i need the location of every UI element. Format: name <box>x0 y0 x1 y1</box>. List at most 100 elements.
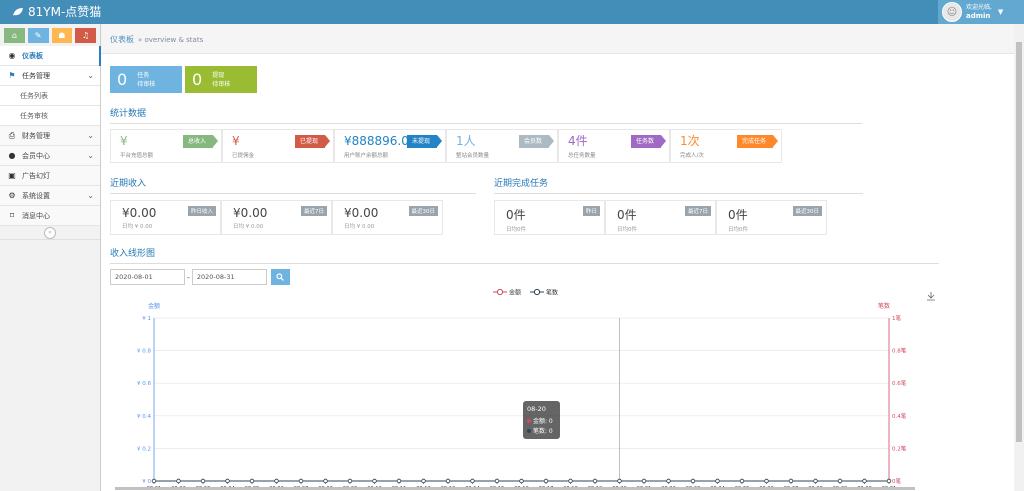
income-row: ¥0.00 日均 ¥ 0.00 昨日收入 ¥0.00 日均 ¥ 0.00 最近7日 ¥0.0… <box>110 200 443 235</box>
data-point[interactable] <box>249 478 255 484</box>
data-point[interactable] <box>690 478 696 484</box>
withdraw-review-box[interactable]: 0 提现 待审核 <box>185 66 257 93</box>
pencil-icon: ✎ <box>34 31 42 40</box>
legend-marker[interactable] <box>533 288 541 296</box>
data-point[interactable] <box>813 478 818 484</box>
brand[interactable]: 81YM-点赞猫 <box>12 4 101 20</box>
stat-label: 已提佣金 <box>232 153 255 159</box>
end-date-input[interactable]: 2020-08-31 <box>191 269 267 285</box>
period-badge: 昨日收入 <box>187 206 216 216</box>
box-label: 提现 <box>212 71 225 79</box>
sidebar-item-task-list[interactable]: 任务列表 <box>0 86 100 106</box>
right-tick-label: 0.8笔 <box>892 347 907 355</box>
stat-label: 整站会员数量 <box>456 153 490 159</box>
data-point[interactable] <box>617 478 622 484</box>
data-point[interactable] <box>715 478 720 484</box>
home-shortcut-button[interactable]: ⌂ <box>4 28 25 43</box>
date-separator: - <box>187 272 190 282</box>
data-point[interactable] <box>886 478 892 484</box>
data-point[interactable] <box>764 478 769 484</box>
data-point[interactable] <box>372 478 377 484</box>
summary-card: 0件 日均0件 最近7日 <box>605 200 716 235</box>
user-icon: ● <box>8 151 16 160</box>
group-shortcut-button[interactable]: ☗ <box>51 28 73 43</box>
data-point[interactable] <box>592 478 598 484</box>
sidebar-item-tasks[interactable]: ⚑ 任务管理 ⌄ <box>0 66 100 86</box>
vertical-scrollbar[interactable] <box>1014 24 1024 491</box>
sidebar-item-dashboard[interactable]: ◉ 仪表板 <box>0 46 101 66</box>
app-title: 81YM-点赞猫 <box>28 5 102 19</box>
date-filter: 2020-08-01 - 2020-08-31 <box>110 269 290 285</box>
data-point[interactable] <box>543 478 549 484</box>
left-tick-label: ¥ 0.2 <box>137 446 151 452</box>
page-title: 仪表板 <box>110 35 134 44</box>
scrollbar-thumb[interactable] <box>1016 42 1022 442</box>
period-badge: 最近30日 <box>408 206 438 216</box>
sidebar-item-label: 任务管理 <box>22 72 50 80</box>
sidebar-item-messages[interactable]: ⌑ 消息中心 <box>0 206 100 226</box>
summary-label: 日均0件 <box>728 227 748 233</box>
data-point[interactable] <box>862 478 867 484</box>
stat-card: 4件 总任务数量 任务数 <box>558 129 670 163</box>
data-point[interactable] <box>151 478 157 484</box>
home-icon: ⌂ <box>11 31 17 40</box>
data-point[interactable] <box>519 478 524 484</box>
data-point[interactable] <box>421 478 426 484</box>
data-point[interactable] <box>347 478 353 484</box>
sidebar-item-task-review[interactable]: 任务审核 <box>0 106 100 126</box>
right-axis-title: 笔数 <box>878 302 890 310</box>
data-point[interactable] <box>445 478 451 484</box>
data-point[interactable] <box>641 478 647 484</box>
summary-card: 0件 日均0件 昨日 <box>494 200 605 235</box>
box-label: 待审核 <box>137 80 156 88</box>
stat-badge: 任务数 <box>630 135 667 148</box>
data-point[interactable] <box>225 478 230 484</box>
edit-shortcut-button[interactable]: ✎ <box>27 28 49 43</box>
box-label: 待审核 <box>212 80 231 88</box>
data-point[interactable] <box>837 478 843 484</box>
left-tick-label: ¥ 1 <box>142 316 151 322</box>
data-point[interactable] <box>470 478 475 484</box>
page-subtitle: » overview & stats <box>138 36 204 44</box>
period-badge: 昨日 <box>582 206 600 216</box>
tooltip-amount: 金额: 0 <box>533 417 553 425</box>
left-tick-label: ¥ 0.8 <box>137 349 151 355</box>
user-menu[interactable]: ☺ 欢迎光临, admin ▼ <box>938 0 1024 24</box>
user-greeting: 欢迎光临, <box>966 4 992 11</box>
summary-label: 日均 ¥ 0.00 <box>233 224 264 230</box>
data-point[interactable] <box>298 478 304 484</box>
bell-shortcut-button[interactable]: ♫ <box>75 28 96 43</box>
stat-badge: 已提现 <box>294 135 331 148</box>
data-point[interactable] <box>176 478 181 484</box>
legend-marker[interactable] <box>496 288 504 296</box>
right-tick-label: 0.2笔 <box>892 444 907 452</box>
start-date-input[interactable]: 2020-08-01 <box>110 269 185 285</box>
data-point[interactable] <box>494 478 500 484</box>
data-point[interactable] <box>666 478 671 484</box>
summary-card: ¥0.00 日均 ¥ 0.00 最近30日 <box>332 200 443 235</box>
sidebar-collapse-toggle[interactable]: « <box>0 226 100 240</box>
download-icon[interactable] <box>927 292 935 301</box>
horizontal-scrollbar[interactable] <box>115 487 915 490</box>
legend-label[interactable]: 金额 <box>509 289 521 297</box>
avatar: ☺ <box>942 2 962 22</box>
data-point[interactable] <box>568 478 573 484</box>
legend-label[interactable]: 笔数 <box>546 289 558 297</box>
sidebar-item-settings[interactable]: ⚙ 系统设置 ⌄ <box>0 186 100 206</box>
sidebar-item-finance[interactable]: ⎙ 财务管理 ⌄ <box>0 126 100 146</box>
data-point[interactable] <box>788 478 794 484</box>
task-review-box[interactable]: 0 任务 待审核 <box>110 66 182 93</box>
right-tick-label: 0笔 <box>892 477 901 485</box>
data-point[interactable] <box>200 478 206 484</box>
search-button[interactable] <box>270 269 290 285</box>
data-point[interactable] <box>323 478 328 484</box>
summary-card: ¥0.00 日均 ¥ 0.00 最近7日 <box>221 200 332 235</box>
sidebar-item-ads[interactable]: ▣ 广告幻灯 <box>0 166 100 186</box>
sidebar-item-members[interactable]: ● 会员中心 ⌄ <box>0 146 100 166</box>
sidebar-item-label: 仪表板 <box>22 52 43 60</box>
data-point[interactable] <box>396 478 402 484</box>
top-navbar: 81YM-点赞猫 ☺ 欢迎光临, admin ▼ <box>0 0 1024 24</box>
data-point[interactable] <box>274 478 279 484</box>
stat-badge: 总收入 <box>182 135 219 148</box>
data-point[interactable] <box>739 478 745 484</box>
